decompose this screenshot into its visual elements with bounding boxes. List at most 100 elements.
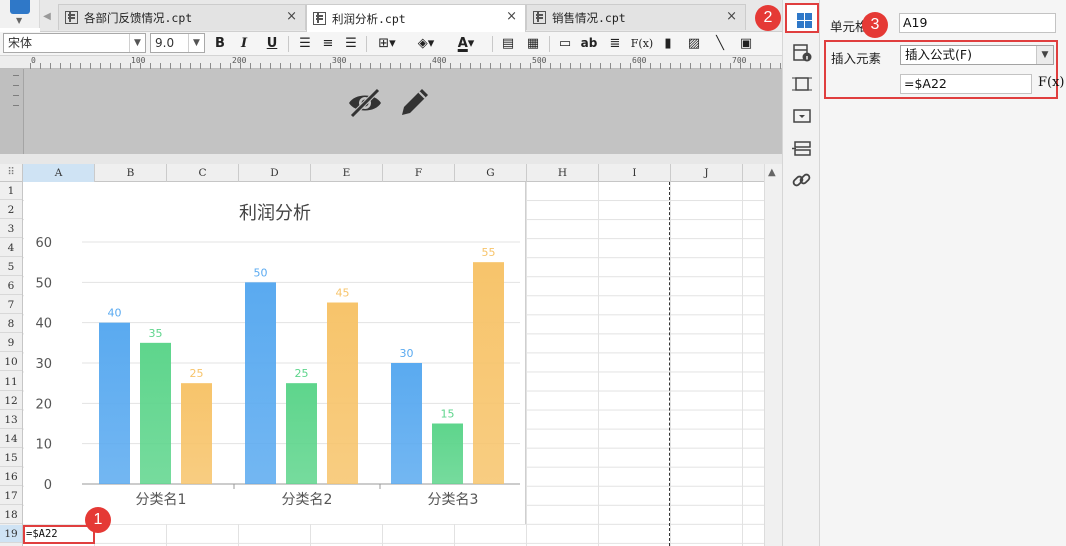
row-header[interactable]: 5	[0, 258, 22, 277]
font-family-select[interactable]: 宋体 ▼	[3, 33, 146, 53]
chart-cell[interactable]: 利润分析 0 10 20 30 40 50 60 40 35 25 50 25 45 30 15 55 分类…	[24, 182, 526, 524]
fill-color-icon[interactable]: ◈▾	[411, 34, 441, 53]
row-header[interactable]: 18	[0, 506, 22, 524]
hyperlink-icon[interactable]	[790, 168, 814, 192]
chart-category-label: 分类名1	[136, 492, 187, 508]
widget-icon[interactable]	[790, 104, 814, 128]
insert-element-select[interactable]: 插入公式(F) ▼	[900, 45, 1054, 65]
formula-input[interactable]: =$A22	[900, 74, 1032, 94]
format-toolbar: 宋体 ▼ 9.0 ▼ B I U ☰ ≡ ☰ ⊞▾ ◈▾ A▾ ▤ ▦ ▭ ab…	[0, 32, 782, 56]
row-header[interactable]: 7	[0, 296, 22, 315]
column-header-g[interactable]: G	[455, 164, 527, 182]
slash-cell-icon[interactable]: ╲	[710, 34, 730, 53]
select-all-button[interactable]: ⠿	[0, 164, 23, 182]
ruler-label: 400	[432, 56, 447, 65]
font-size-select[interactable]: 9.0 ▼	[150, 33, 205, 53]
font-size-value: 9.0	[155, 36, 175, 50]
pencil-icon[interactable]	[398, 85, 432, 119]
float-element-icon[interactable]	[790, 72, 814, 96]
toolbar-divider	[492, 36, 493, 52]
column-header-f[interactable]: F	[383, 164, 455, 182]
row-header[interactable]: 6	[0, 277, 22, 296]
cell-attribute-icon[interactable]	[790, 41, 814, 65]
cell-address-field[interactable]: A19	[899, 13, 1056, 33]
app-logo[interactable]: ▼	[0, 0, 40, 28]
italic-button[interactable]: I	[234, 34, 254, 53]
column-header-d[interactable]: D	[239, 164, 311, 182]
close-icon[interactable]: ×	[726, 9, 737, 24]
row-header[interactable]: 15	[0, 449, 22, 467]
chart-bar	[327, 302, 358, 484]
row-header[interactable]: 17	[0, 487, 22, 505]
condition-attribute-icon[interactable]	[790, 136, 814, 160]
column-header-e[interactable]: E	[311, 164, 383, 182]
row-header[interactable]: 14	[0, 430, 22, 448]
chevron-down-icon: ▼	[1036, 46, 1053, 64]
chart-y-tick-label: 20	[35, 397, 52, 412]
row-header[interactable]: 3	[0, 220, 22, 239]
row-header[interactable]: 12	[0, 392, 22, 410]
align-right-icon[interactable]: ☰	[341, 34, 361, 53]
scroll-up-icon[interactable]: ▲	[768, 167, 776, 178]
row-header[interactable]: 9	[0, 334, 22, 353]
border-icon[interactable]: ⊞▾	[373, 34, 401, 53]
callout-1: 1	[85, 507, 111, 533]
insert-chart-icon[interactable]: ▮	[658, 34, 678, 53]
column-header-h[interactable]: H	[527, 164, 599, 182]
tab-scroll-left-icon[interactable]: ◀	[40, 4, 54, 30]
eye-slash-icon[interactable]	[347, 87, 383, 119]
column-header-i[interactable]: I	[599, 164, 671, 182]
row-header[interactable]: 4	[0, 239, 22, 258]
font-color-button[interactable]: A▾	[450, 34, 482, 53]
tab-feedback[interactable]: 各部门反馈情况.cpt ×	[58, 4, 306, 30]
tab-label: 各部门反馈情况.cpt	[84, 10, 193, 25]
column-header-b[interactable]: B	[95, 164, 167, 182]
close-icon[interactable]: ×	[506, 9, 517, 24]
sub-report-icon[interactable]: ▣	[736, 34, 756, 53]
insert-formula-button[interactable]: F(x)	[630, 34, 654, 53]
unmerge-cells-icon[interactable]: ▦	[523, 34, 543, 53]
row-header[interactable]: 10	[0, 353, 22, 372]
row-header[interactable]: 13	[0, 411, 22, 429]
cell-element-button[interactable]	[785, 3, 819, 33]
close-icon[interactable]: ×	[286, 9, 297, 24]
row-header[interactable]: 16	[0, 468, 22, 486]
tab-sales[interactable]: 销售情况.cpt ×	[526, 4, 746, 30]
ruler-label: 300	[332, 56, 347, 65]
row-header[interactable]: 8	[0, 315, 22, 334]
row-header[interactable]: 1	[0, 182, 22, 200]
column-header-c[interactable]: C	[167, 164, 239, 182]
ruler-label: 500	[532, 56, 547, 65]
rich-text-icon[interactable]: ≣	[605, 34, 625, 53]
tab-bar: ◀ 各部门反馈情况.cpt × 利润分析.cpt × 销售情况.cpt ×	[40, 0, 782, 32]
align-center-icon[interactable]: ≡	[318, 34, 338, 53]
row-header-bar: 1 2 3 4 5 6 7 8 9 10 11 12 13 14 15 16 1…	[0, 182, 23, 546]
row-header-selected[interactable]: 19	[0, 524, 22, 543]
tab-profit-analysis[interactable]: 利润分析.cpt ×	[306, 4, 526, 32]
insert-text-icon[interactable]: ▭	[555, 34, 575, 53]
report-header-area[interactable]	[24, 69, 782, 154]
side-icon-panel	[782, 0, 820, 546]
ruler-tick	[13, 75, 19, 76]
column-header-a[interactable]: A	[23, 164, 95, 182]
cell-a19-selected[interactable]: =$A22	[23, 525, 95, 544]
align-left-icon[interactable]: ☰	[295, 34, 315, 53]
ruler-tick	[13, 85, 19, 86]
insert-image-icon[interactable]: ▨	[684, 34, 704, 53]
underline-button[interactable]: U	[262, 34, 282, 53]
merge-cells-icon[interactable]: ▤	[498, 34, 518, 53]
toolbar-divider	[288, 36, 289, 52]
cell-element-icon	[797, 13, 804, 20]
row-header[interactable]: 11	[0, 373, 22, 391]
column-header-j[interactable]: J	[671, 164, 743, 182]
vertical-scrollbar[interactable]: ▲	[764, 164, 782, 546]
row-header[interactable]: 2	[0, 201, 22, 220]
chart-data-label: 55	[482, 246, 496, 259]
chart-y-tick-label: 60	[35, 236, 52, 251]
cell-element-icon	[805, 21, 812, 28]
insert-text-button[interactable]: ab	[579, 34, 599, 53]
formula-editor-button[interactable]: F(x)	[1038, 75, 1065, 90]
ruler-label: 200	[232, 56, 247, 65]
bold-button[interactable]: B	[210, 34, 230, 53]
chart-data-label: 50	[254, 266, 268, 279]
